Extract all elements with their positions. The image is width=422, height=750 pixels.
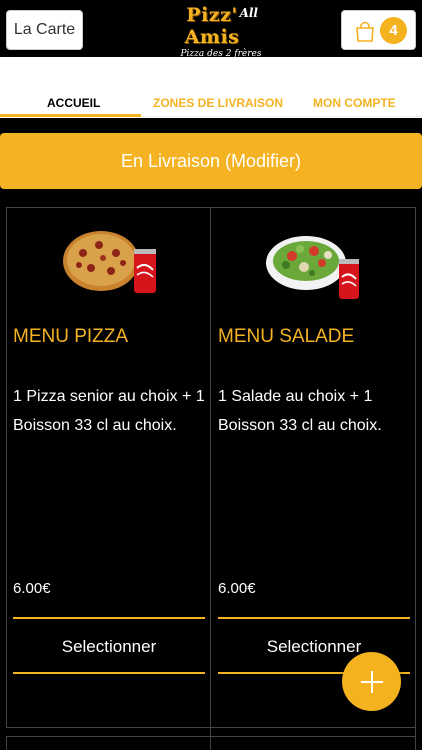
menu-price: 6.00€ [13,580,51,597]
grid-divider [6,207,416,208]
select-menu-button[interactable]: Selectionner [13,619,205,675]
salad-image [266,236,359,299]
pizza-image [63,231,156,293]
logo: Pizz' Amis Pizza des 2 frères All [160,4,264,59]
menu-card-salade[interactable]: MENU SALADE 1 Salade au choix + 1 Boisso… [211,209,415,726]
active-tab-indicator [0,114,141,117]
logo-mark: All [239,6,258,20]
plus-icon [360,670,383,693]
top-bar: La Carte Pizz' Amis Pizza des 2 frères A… [0,0,422,59]
grid-divider [415,207,416,750]
la-carte-button[interactable]: La Carte [6,10,83,50]
add-floating-button[interactable] [342,652,401,711]
menu-title: MENU SALADE [218,326,355,347]
grid-divider [6,736,7,750]
shopping-bag-icon [356,21,374,42]
menu-description: 1 Salade au choix + 1 Boisson 33 cl au c… [218,388,382,434]
tab-zones-de-livraison[interactable]: ZONES DE LIVRAISON [153,96,283,110]
cart-count-badge: 4 [380,17,407,44]
menu-description: 1 Pizza senior au choix + 1 Boisson 33 c… [13,388,205,434]
tab-accueil[interactable]: ACCUEIL [47,96,100,110]
nav-tabs: ACCUEIL ZONES DE LIVRAISON MON COMPTE [0,57,422,118]
menu-price: 6.00€ [218,580,256,597]
grid-divider [6,727,416,728]
button-divider [13,672,205,674]
menu-card-pizza[interactable]: MENU PIZZA 1 Pizza senior au choix + 1 B… [6,209,210,726]
tab-mon-compte[interactable]: MON COMPTE [313,96,396,110]
grid-divider [6,736,416,737]
menu-title: MENU PIZZA [13,326,129,347]
delivery-mode-button[interactable]: En Livraison (Modifier) [0,133,422,189]
cart-button[interactable]: 4 [341,10,416,50]
